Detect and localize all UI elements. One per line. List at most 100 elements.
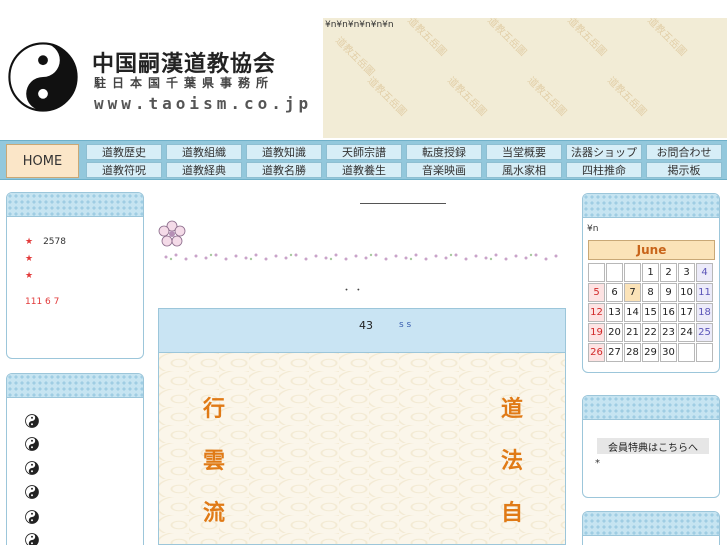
calendar-day[interactable]: 19 xyxy=(588,323,605,342)
calendar-day[interactable]: 5 xyxy=(588,283,605,302)
calendar-day[interactable]: 3 xyxy=(678,263,695,282)
calendar-day[interactable]: 18 xyxy=(696,303,713,322)
calendar-day[interactable]: 1 xyxy=(642,263,659,282)
site-url[interactable]: www.taoism.co.jp xyxy=(94,94,312,113)
kanji-left: 行 xyxy=(203,396,226,422)
banner-watermark: 道教五岳圖 xyxy=(525,75,569,119)
nav-item[interactable]: 道教名勝 xyxy=(246,162,322,178)
calendar-day[interactable]: 4 xyxy=(696,263,713,282)
calendar-box: ¥n June 1 2 3 4 5 6 7 8 9 10 11 12 13 14 15 16 17 18 19 20 2… xyxy=(582,193,720,373)
taiji-list-box xyxy=(6,373,144,545)
kanji-right: 法 xyxy=(501,448,524,474)
calendar-month: June xyxy=(588,240,715,260)
star-row: ★ xyxy=(25,271,33,281)
nav-item[interactable]: 道教養生 xyxy=(326,162,402,178)
calendar-day[interactable]: 7 xyxy=(624,283,641,302)
member-box: 会員特典はこちらへ * xyxy=(582,395,720,498)
calendar-empty-cell xyxy=(606,263,623,282)
box-header xyxy=(7,193,143,217)
box-header xyxy=(583,512,719,536)
calendar-day[interactable]: 21 xyxy=(624,323,641,342)
calendar-day[interactable]: 2 xyxy=(660,263,677,282)
calendar-day[interactable]: 15 xyxy=(642,303,659,322)
nav-item[interactable]: 四柱推命 xyxy=(566,162,642,178)
nav-item[interactable]: 道教符呪 xyxy=(86,162,162,178)
calligraphy-panel: 行 雲 流 道 法 自 xyxy=(159,353,565,544)
taiji-bullet-icon[interactable] xyxy=(25,510,39,524)
nav-item[interactable]: 風水家相 xyxy=(486,162,562,178)
nav-item[interactable]: 道教知識 xyxy=(246,144,322,160)
kanji-left: 流 xyxy=(203,500,226,526)
dots-text: ・ ・ xyxy=(342,286,363,296)
kanji-right: 自 xyxy=(501,500,524,526)
site-subtitle: 駐日本国千葉県事務所 xyxy=(94,76,275,90)
calendar-day[interactable]: 24 xyxy=(678,323,695,342)
main-content-box: 43 s s 行 雲 流 道 法 自 xyxy=(158,308,566,545)
calendar-day[interactable]: 6 xyxy=(606,283,623,302)
nav-item[interactable]: 天師宗譜 xyxy=(326,144,402,160)
calendar-day[interactable]: 16 xyxy=(660,303,677,322)
nav-item[interactable]: 音楽映画 xyxy=(406,162,482,178)
box-header xyxy=(583,194,719,218)
member-star: * xyxy=(595,458,600,469)
calendar-day[interactable]: 12 xyxy=(588,303,605,322)
count-text: 111 6 7 xyxy=(25,297,60,307)
banner-watermark: 道教五岳圖 xyxy=(445,75,489,119)
nav-item[interactable]: 道教歴史 xyxy=(86,144,162,160)
calendar-day[interactable]: 8 xyxy=(642,283,659,302)
box-header xyxy=(7,374,143,398)
calendar-day[interactable]: 30 xyxy=(660,343,677,362)
calendar-empty-cell xyxy=(696,343,713,362)
nav-item[interactable]: お問合わせ xyxy=(646,144,722,160)
calendar-day[interactable]: 17 xyxy=(678,303,695,322)
calendar-day[interactable]: 11 xyxy=(696,283,713,302)
calendar-day[interactable]: 26 xyxy=(588,343,605,362)
banner-watermark: 道教五岳圖 xyxy=(565,18,609,59)
calendar-grid: 1 2 3 4 5 6 7 8 9 10 11 12 13 14 15 16 17 18 19 20 21 22 23 24 2… xyxy=(588,263,713,362)
banner-text: ¥n¥n¥n¥n¥n¥n xyxy=(325,20,394,30)
site-header: 中国嗣漢道教協会 駐日本国千葉県事務所 www.taoism.co.jp ¥n¥… xyxy=(0,0,727,140)
counter-value: 2578 xyxy=(43,237,66,247)
calendar-day[interactable]: 28 xyxy=(624,343,641,362)
calendar-day[interactable]: 25 xyxy=(696,323,713,342)
nav-home-button[interactable]: HOME xyxy=(6,144,79,178)
nav-item[interactable]: 法器ショップ xyxy=(566,144,642,160)
taiji-bullet-icon[interactable] xyxy=(25,437,39,451)
calendar-day[interactable]: 22 xyxy=(642,323,659,342)
banner-watermark: 道教五岳圖 xyxy=(333,35,377,79)
star-icon: ★ xyxy=(25,237,34,247)
kanji-right: 道 xyxy=(501,396,524,422)
main-nav: HOME 道教歴史 道教組織 道教知識 天師宗譜 転度授録 当堂概要 法器ショッ… xyxy=(0,140,727,180)
calendar-day[interactable]: 9 xyxy=(660,283,677,302)
nav-item[interactable]: 転度授録 xyxy=(406,144,482,160)
taiji-bullet-icon[interactable] xyxy=(25,461,39,475)
calendar-day[interactable]: 27 xyxy=(606,343,623,362)
banner-watermark: 道教五岳圖 xyxy=(605,75,649,119)
calendar-empty-cell xyxy=(624,263,641,282)
box-header xyxy=(583,396,719,420)
banner-watermark: 道教五岳圖 xyxy=(645,18,689,59)
nav-item[interactable]: 当堂概要 xyxy=(486,144,562,160)
nav-item[interactable]: 掲示板 xyxy=(646,162,722,178)
nav-item[interactable]: 道教経典 xyxy=(166,162,242,178)
decorative-divider xyxy=(164,253,558,261)
star-row: ★ xyxy=(25,254,33,264)
calendar-empty-cell xyxy=(588,263,605,282)
nav-item[interactable]: 道教組織 xyxy=(166,144,242,160)
main-ss-link[interactable]: s s xyxy=(399,320,411,330)
member-benefits-link[interactable]: 会員特典はこちらへ xyxy=(597,438,709,454)
calendar-day[interactable]: 23 xyxy=(660,323,677,342)
main-box-header: 43 s s xyxy=(159,309,565,353)
calendar-day[interactable]: 10 xyxy=(678,283,695,302)
taiji-bullet-icon[interactable] xyxy=(25,485,39,499)
calendar-day[interactable]: 29 xyxy=(642,343,659,362)
banner-watermark: 道教五岳圖 xyxy=(405,18,449,59)
calendar-day[interactable]: 14 xyxy=(624,303,641,322)
counter-row: ★ 2578 xyxy=(25,237,66,247)
taiji-bullet-icon[interactable] xyxy=(25,414,39,428)
calendar-day[interactable]: 13 xyxy=(606,303,623,322)
taiji-bullet-icon[interactable] xyxy=(25,533,39,545)
calendar-day[interactable]: 20 xyxy=(606,323,623,342)
star-icon: ★ xyxy=(25,254,34,264)
logo-area[interactable]: 中国嗣漢道教協会 駐日本国千葉県事務所 www.taoism.co.jp xyxy=(0,18,323,138)
